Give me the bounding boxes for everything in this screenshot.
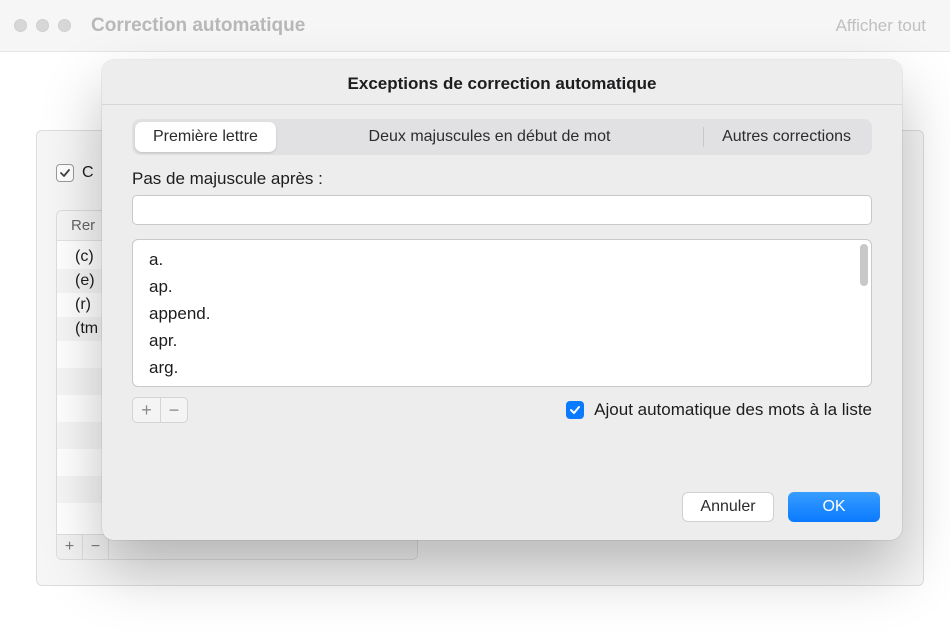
list-item[interactable]: apr. bbox=[149, 327, 861, 354]
list-item[interactable]: append. bbox=[149, 300, 861, 327]
list-item[interactable]: ap. bbox=[149, 273, 861, 300]
plus-minus-group: + − bbox=[132, 397, 188, 423]
background-checkbox-row: C bbox=[56, 164, 94, 182]
tab-first-letter[interactable]: Première lettre bbox=[135, 122, 276, 152]
exceptions-sheet: Exceptions de correction automatique Pre… bbox=[102, 60, 902, 540]
tab-other-corrections[interactable]: Autres corrections bbox=[704, 122, 869, 152]
auto-add-checkbox[interactable] bbox=[566, 401, 584, 419]
cancel-button[interactable]: Annuler bbox=[682, 492, 774, 522]
scrollbar-thumb[interactable] bbox=[860, 244, 868, 286]
add-row-button[interactable]: + bbox=[57, 535, 83, 559]
remove-exception-button[interactable]: − bbox=[160, 398, 187, 422]
sheet-title: Exceptions de correction automatique bbox=[102, 60, 902, 105]
tab-two-caps[interactable]: Deux majuscules en début de mot bbox=[276, 122, 703, 152]
zoom-window-icon[interactable] bbox=[58, 19, 71, 32]
auto-add-row: Ajout automatique des mots à la liste bbox=[566, 400, 872, 420]
titlebar: Correction automatique Afficher tout bbox=[0, 0, 950, 52]
auto-add-label: Ajout automatique des mots à la liste bbox=[594, 400, 872, 420]
window-controls bbox=[14, 19, 71, 32]
ok-button[interactable]: OK bbox=[788, 492, 880, 522]
exception-list: a. ap. append. apr. arg. bbox=[132, 239, 872, 387]
window-title: Correction automatique bbox=[91, 15, 305, 37]
close-window-icon[interactable] bbox=[14, 19, 27, 32]
add-exception-button[interactable]: + bbox=[133, 398, 160, 422]
exception-input[interactable] bbox=[132, 195, 872, 225]
background-checkbox[interactable] bbox=[56, 164, 74, 182]
show-all-button[interactable]: Afficher tout bbox=[826, 12, 936, 40]
minimize-window-icon[interactable] bbox=[36, 19, 49, 32]
background-checkbox-label: C bbox=[82, 164, 94, 182]
prompt-label: Pas de majuscule après : bbox=[132, 169, 872, 189]
tab-segmented-control: Première lettre Deux majuscules en début… bbox=[132, 119, 872, 155]
list-item[interactable]: a. bbox=[149, 246, 861, 273]
list-item[interactable]: arg. bbox=[149, 354, 861, 381]
